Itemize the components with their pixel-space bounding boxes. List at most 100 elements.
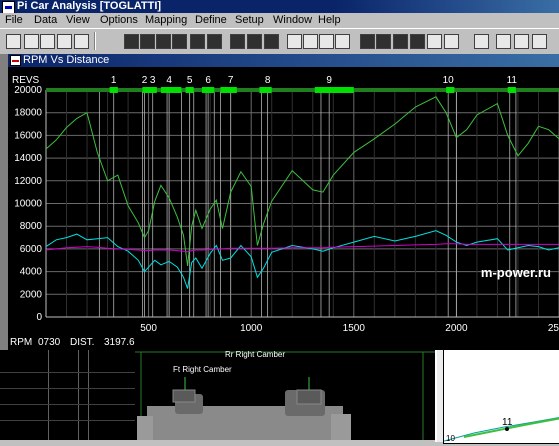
menu-define[interactable]: Define <box>195 14 227 27</box>
menu-view[interactable]: View <box>66 14 90 27</box>
track-corner-label-left: 10 <box>446 434 455 443</box>
rpm-distance-chart[interactable]: 0200040006000800010000120001400016000180… <box>8 67 559 350</box>
y-tick-label: 20000 <box>14 85 42 96</box>
file-icon[interactable] <box>474 34 489 49</box>
y-tick-label: 6000 <box>20 244 43 255</box>
corner-segment <box>259 87 272 93</box>
corner-segment <box>201 87 215 93</box>
cut-icon[interactable] <box>40 34 55 49</box>
x-tick-label: 1500 <box>343 323 366 334</box>
y-tick-label: 10000 <box>14 199 42 210</box>
data-grid-window <box>0 350 135 440</box>
zoom-fit-icon[interactable] <box>319 34 334 49</box>
dist-readout-label: DIST. <box>70 337 94 348</box>
menu-options[interactable]: Options <box>100 14 138 27</box>
y-tick-label: 18000 <box>14 108 42 119</box>
corner-segment <box>446 87 455 93</box>
trace-icon[interactable] <box>496 34 511 49</box>
grid-line <box>0 420 135 421</box>
flag-icon[interactable] <box>444 34 459 49</box>
x-tick-label: 1000 <box>240 323 263 334</box>
corner-label: 4 <box>166 75 172 86</box>
y-tick-label: 16000 <box>14 130 42 141</box>
grid-line <box>0 404 135 405</box>
watermark: m-power.ru <box>481 265 551 280</box>
series-line-2 <box>45 243 559 253</box>
tool-icon[interactable] <box>207 34 222 49</box>
tool-icon[interactable] <box>124 34 139 49</box>
chart-window-title-bar[interactable]: RPM Vs Distance <box>8 54 559 67</box>
menu-setup[interactable]: Setup <box>235 14 264 27</box>
menu-mapping[interactable]: Mapping <box>145 14 187 27</box>
camber-label-rear: Rr Right Camber <box>225 350 286 359</box>
print-preview-icon[interactable] <box>74 34 89 49</box>
y-tick-label: 12000 <box>14 176 42 187</box>
zoom-out-icon[interactable] <box>303 34 318 49</box>
menu-window[interactable]: Window <box>273 14 312 27</box>
chart-window-title: RPM Vs Distance <box>23 54 110 66</box>
corner-segment <box>160 87 182 93</box>
track-map-svg <box>443 417 559 442</box>
corner-segment <box>507 87 516 93</box>
tool-icon[interactable] <box>140 34 155 49</box>
app-title-bar: Pi Car Analysis [TOGLATTI] <box>0 0 559 14</box>
y-tick-label: 4000 <box>20 267 43 278</box>
corner-segment <box>314 87 354 93</box>
graph-icon[interactable] <box>230 34 245 49</box>
rpm-readout-value: 0730 <box>38 337 61 348</box>
grid-line <box>88 350 89 440</box>
chart-icon[interactable] <box>393 34 408 49</box>
grid-line <box>48 350 49 440</box>
graph2-icon[interactable] <box>264 34 279 49</box>
corner-label: 9 <box>326 75 332 86</box>
grid-line <box>0 372 135 373</box>
rpm-distance-chart-window: 0 2000 4000 6000 8000 10000 12000 14000 16000 180… <box>8 67 559 350</box>
toolbar <box>0 28 559 56</box>
window-icon[interactable] <box>335 34 350 49</box>
series-line-0 <box>45 96 559 266</box>
tool-icon[interactable] <box>156 34 171 49</box>
document-icon[interactable] <box>376 34 391 49</box>
rpm-readout-label: RPM <box>10 337 32 348</box>
pointer-icon[interactable] <box>6 34 21 49</box>
track-map: 11 10 <box>443 344 559 444</box>
screen-icon[interactable] <box>410 34 425 49</box>
toolbar-separator <box>94 32 96 50</box>
grid-line <box>0 388 135 389</box>
menu-data[interactable]: Data <box>34 14 57 27</box>
copy-icon[interactable] <box>24 34 39 49</box>
corner-label: 7 <box>228 75 234 86</box>
corner-label: 10 <box>443 75 455 86</box>
corner-segment <box>109 87 118 93</box>
tool-icon[interactable] <box>190 34 205 49</box>
chart-window-icon <box>10 55 21 66</box>
dist-readout-value: 3197.6 <box>104 337 135 348</box>
gauge-icon[interactable] <box>427 34 442 49</box>
y-tick-label: 8000 <box>20 221 43 232</box>
corner-segment <box>185 87 194 93</box>
y-tick-label: 14000 <box>14 153 42 164</box>
print-icon[interactable] <box>57 34 72 49</box>
menu-file[interactable]: File <box>5 14 23 27</box>
car-schematic-window: Ft Right Camber Rr Right Camber <box>135 350 435 440</box>
corner-label: 3 <box>150 75 156 86</box>
y-tick-label: 2000 <box>20 289 43 300</box>
track-corner-label: 11 <box>502 417 513 428</box>
corner-label: 11 <box>507 75 518 86</box>
tool-icon[interactable] <box>172 34 187 49</box>
corner-label: 6 <box>205 75 211 86</box>
corner-segment <box>142 87 157 93</box>
corner-label: 1 <box>111 75 117 86</box>
zoom-in-icon[interactable] <box>287 34 302 49</box>
menu-help[interactable]: Help <box>318 14 341 27</box>
grid-icon[interactable] <box>247 34 262 49</box>
car-icon[interactable] <box>360 34 375 49</box>
table-icon[interactable] <box>532 34 547 49</box>
trace2-icon[interactable] <box>514 34 529 49</box>
corner-label: 8 <box>265 75 271 86</box>
track-map-window: 11 10 <box>435 336 559 444</box>
corner-label: 5 <box>187 75 193 86</box>
car-schematic <box>135 351 435 440</box>
app-title: Pi Car Analysis [TOGLATTI] <box>17 0 162 12</box>
y-axis-label: REVS <box>12 75 40 86</box>
